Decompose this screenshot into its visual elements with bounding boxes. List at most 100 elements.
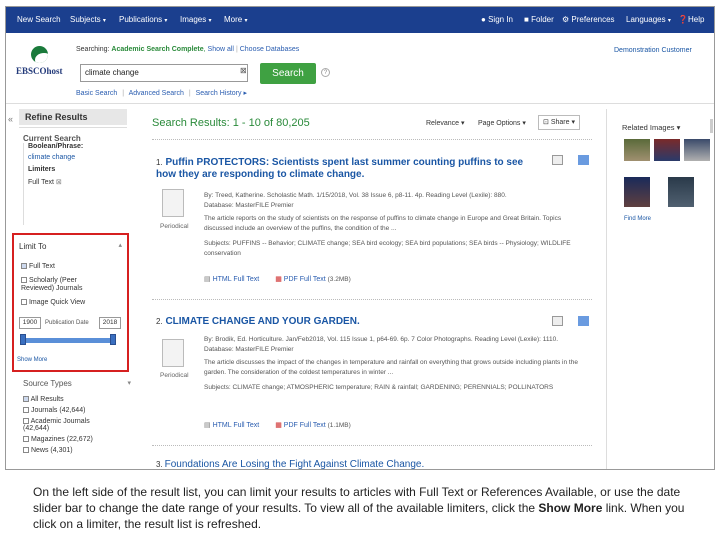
boolean-phrase-label: Boolean/Phrase: (28, 143, 84, 150)
source-types-heading[interactable]: Source Types (23, 379, 127, 388)
remove-icon[interactable]: ⊠ (56, 179, 62, 186)
result-title[interactable]: 2. CLIMATE CHANGE AND YOUR GARDEN. (156, 316, 536, 328)
result-title-text[interactable]: CLIMATE CHANGE AND YOUR GARDEN. (165, 316, 359, 327)
find-more-link[interactable]: Find More (624, 216, 651, 222)
nav-new-search[interactable]: New Search (17, 15, 61, 24)
related-image-thumb[interactable] (624, 177, 650, 207)
source-news[interactable]: News (4,301) (23, 447, 127, 454)
choose-databases-link[interactable]: Choose Databases (240, 46, 300, 53)
nav-more[interactable]: More ▾ (224, 15, 247, 24)
search-history-link[interactable]: Search History ▸ (196, 90, 247, 97)
relevance-label: Relevance (426, 120, 460, 127)
chevron-up-icon[interactable]: ▴ (118, 241, 122, 249)
nav-help[interactable]: ❓Help (678, 15, 704, 24)
limit-image-quick-view[interactable]: Image Quick View (21, 299, 85, 306)
search-area: EBSCOhost Searching: Academic Search Com… (6, 33, 714, 104)
chevron-down-icon: ▾ (244, 18, 248, 24)
date-to-input[interactable]: 2018 (99, 317, 121, 329)
search-input[interactable]: climate change (80, 64, 248, 82)
nav-images[interactable]: Images ▾ (180, 15, 211, 24)
related-images-panel: Related Images ▾ Find More (618, 109, 714, 229)
add-to-folder-icon[interactable] (578, 155, 589, 165)
fulltext-links: ▤ HTML Full Text ▦ PDF Full Text (3.2MB) (204, 275, 351, 285)
help-circle-icon: ❓ (678, 15, 688, 24)
nav-preferences[interactable]: ⚙ Preferences (562, 15, 615, 24)
nav-subjects[interactable]: Subjects ▾ (70, 15, 106, 24)
checkbox-icon[interactable] (21, 263, 27, 270)
nav-folder[interactable]: ■ Folder (524, 15, 554, 24)
results-list: Search Results: 1 - 10 of 80,205 Relevan… (152, 109, 602, 469)
divider (152, 299, 592, 300)
pdf-full-text-link[interactable]: PDF Full Text (284, 276, 326, 283)
date-slider-left-handle[interactable] (20, 334, 26, 345)
checkbox-icon[interactable] (23, 396, 29, 403)
boolean-phrase-value[interactable]: climate change (28, 154, 123, 161)
ebsco-screenshot: New Search Subjects ▾ Publications ▾ Ima… (5, 6, 715, 470)
limiters-label: Limiters (28, 166, 56, 173)
add-to-folder-icon[interactable] (578, 316, 589, 326)
checkbox-icon[interactable] (23, 407, 29, 414)
chevron-down-icon[interactable]: ▾ (127, 379, 131, 387)
result-title-text[interactable]: Foundations Are Losing the Fight Against… (165, 459, 425, 469)
nav-languages[interactable]: Languages ▾ (626, 15, 671, 24)
source-journals[interactable]: Journals (42,644) (23, 407, 127, 414)
nav-publications[interactable]: Publications ▾ (119, 15, 167, 24)
checkbox-icon[interactable] (21, 277, 27, 284)
result-meta: By: Brodik, Ed. Horticulture. Jan/Feb201… (204, 336, 559, 343)
related-image-thumb[interactable] (654, 139, 680, 161)
checkbox-icon[interactable] (23, 447, 29, 454)
checkbox-icon[interactable] (23, 436, 29, 443)
share-icon: ⊡ (543, 119, 549, 126)
share-menu[interactable]: ⊡ Share ▾ (538, 115, 580, 130)
chevron-down-icon: ▾ (522, 120, 526, 127)
source-magazines[interactable]: Magazines (22,672) (23, 436, 127, 443)
source-label: News (4,301) (30, 447, 73, 454)
basic-search-link[interactable]: Basic Search (76, 90, 117, 97)
date-from-input[interactable]: 1900 (19, 317, 41, 329)
result-abstract: The article discusses the impact of the … (204, 359, 578, 376)
nav-publications-label: Publications (119, 15, 163, 24)
date-slider-track[interactable] (24, 338, 112, 343)
preview-icon[interactable] (552, 316, 563, 326)
relevance-sort[interactable]: Relevance ▾ (426, 119, 465, 127)
related-image-thumb[interactable] (684, 139, 710, 161)
result-title-text[interactable]: Puffin PROTECTORS: Scientists spent last… (156, 157, 523, 180)
related-images-heading[interactable]: Related Images ▾ (622, 123, 680, 132)
publication-date-label: Publication Date (45, 320, 89, 326)
page-options-menu[interactable]: Page Options ▾ (478, 119, 526, 127)
show-all-link[interactable]: Show all (208, 46, 234, 53)
limit-full-text[interactable]: Full Text (21, 263, 55, 270)
date-slider-right-handle[interactable] (110, 334, 116, 345)
source-academic-journals[interactable]: Academic Journals (42,644) (23, 418, 103, 432)
preview-icon[interactable] (552, 155, 563, 165)
limit-to-heading[interactable]: Limit To (19, 242, 46, 251)
clear-search-icon[interactable]: ⊠ (240, 66, 247, 75)
full-text-limiter-tag[interactable]: Full Text ⊠ (28, 178, 123, 186)
share-label: Share (550, 119, 570, 126)
nav-languages-label: Languages (626, 15, 666, 24)
html-full-text-link[interactable]: HTML Full Text (213, 276, 260, 283)
advanced-search-link[interactable]: Advanced Search (129, 90, 184, 97)
show-more-link[interactable]: Show More (17, 357, 47, 363)
nav-sign-in[interactable]: ● Sign In (481, 15, 513, 24)
checkbox-icon[interactable] (21, 299, 27, 306)
scrollbar[interactable] (710, 119, 713, 133)
related-image-thumb[interactable] (624, 139, 650, 161)
limit-scholarly[interactable]: Scholarly (Peer Reviewed) Journals (21, 277, 101, 293)
chevron-down-icon: ▾ (102, 18, 106, 24)
pdf-full-text-link[interactable]: PDF Full Text (284, 422, 326, 429)
caption-text: On the left side of the result list, you… (33, 484, 703, 532)
html-full-text-link[interactable]: HTML Full Text (213, 422, 260, 429)
chevron-down-icon: ▾ (676, 123, 681, 132)
full-text-tag-label: Full Text (28, 179, 54, 186)
related-images-label: Related Images (622, 123, 675, 132)
collapse-left-icon[interactable]: « (8, 114, 13, 124)
search-help-icon[interactable]: ? (321, 68, 330, 77)
related-image-thumb[interactable] (668, 177, 694, 207)
search-button[interactable]: Search (260, 63, 316, 84)
source-label: Magazines (22,672) (30, 436, 93, 443)
source-all-results[interactable]: All Results (23, 396, 127, 403)
checkbox-icon[interactable] (23, 418, 29, 425)
chevron-down-icon: ▾ (208, 18, 212, 24)
result-title[interactable]: 1. Puffin PROTECTORS: Scientists spent l… (156, 157, 536, 181)
